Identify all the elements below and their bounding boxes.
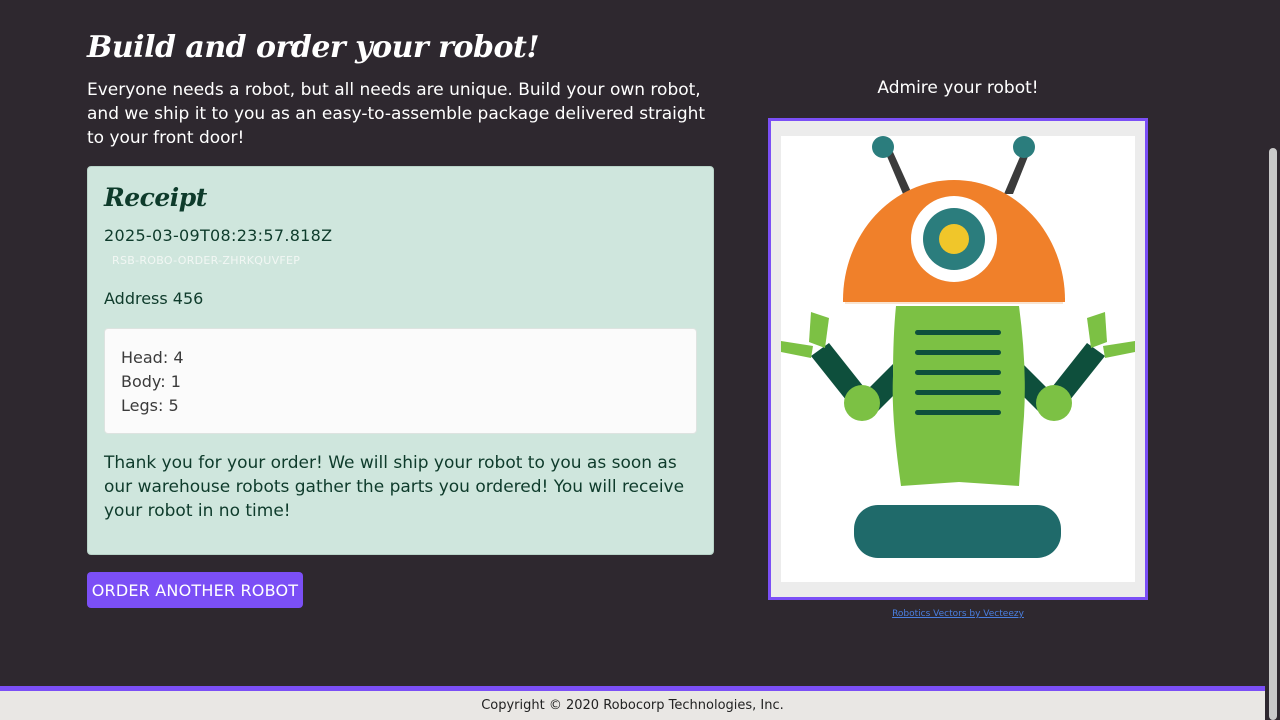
page-title: Build and order your robot!	[87, 30, 540, 65]
copyright-text: Copyright © 2020 Robocorp Technologies, …	[481, 698, 784, 713]
parts-list: Head: 4 Body: 1 Legs: 5	[104, 328, 697, 434]
image-credit-link[interactable]: Robotics Vectors by Vecteezy	[768, 609, 1148, 619]
robot-legs	[854, 505, 1061, 558]
receipt-title: Receipt	[104, 183, 207, 212]
part-head: Head: 4	[121, 348, 184, 367]
order-another-button[interactable]: ORDER ANOTHER ROBOT	[87, 572, 303, 608]
robot-image	[781, 136, 1135, 558]
part-body: Body: 1	[121, 372, 181, 391]
part-legs: Legs: 5	[121, 396, 179, 415]
robot-body	[892, 306, 1025, 486]
robot-image-canvas	[781, 136, 1135, 582]
receipt-address: Address 456	[104, 289, 204, 308]
page-scrollbar[interactable]	[1265, 0, 1280, 720]
robot-preview-label: Admire your robot!	[877, 78, 1039, 98]
scrollbar-thumb[interactable]	[1269, 148, 1277, 720]
receipt-panel: Receipt 2025-03-09T08:23:57.818Z RSB-ROB…	[87, 166, 714, 555]
receipt-timestamp: 2025-03-09T08:23:57.818Z	[104, 226, 333, 245]
footer: Copyright © 2020 Robocorp Technologies, …	[0, 686, 1265, 720]
thank-you-message: Thank you for your order! We will ship y…	[104, 453, 685, 521]
robot-preview	[768, 118, 1148, 600]
robot-head	[843, 180, 1065, 304]
order-id-badge: RSB-ROBO-ORDER-ZHRKQUVFEP	[112, 254, 301, 267]
intro-text: Everyone needs a robot, but all needs ar…	[87, 80, 706, 148]
